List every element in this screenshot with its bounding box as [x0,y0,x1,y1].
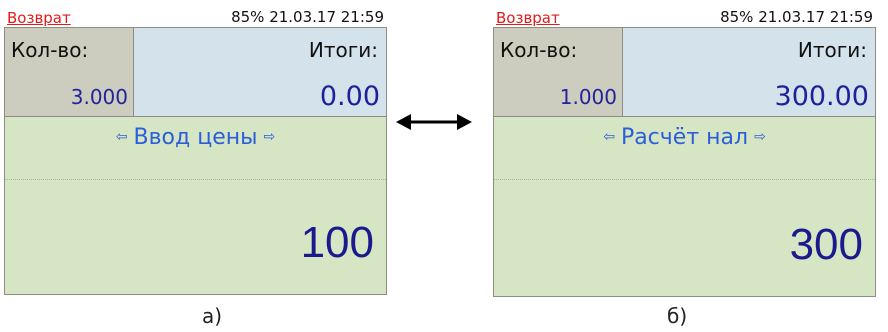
arrow-left-icon[interactable]: ⇦ [116,129,128,145]
mode-label: Расчёт нал [620,125,749,150]
input-value: 100 [300,218,374,267]
totals-label: Итоги: [797,38,867,62]
caption-b: б) [667,304,688,328]
battery-datetime: 85% 21.03.17 21:59 [231,8,384,26]
input-value: 300 [789,220,863,269]
screen-b: Возврат 85% 21.03.17 21:59 Кол-во: 1.000… [493,5,876,297]
divider [494,179,875,180]
return-mode-label: Возврат [7,9,71,27]
arrow-left-icon[interactable]: ⇦ [603,129,615,145]
caption-a: а) [202,304,223,328]
quantity-label: Кол-во: [11,38,89,62]
quantity-value: 1.000 [559,85,617,109]
quantity-value: 3.000 [70,85,128,109]
mode-selector[interactable]: ⇦ Ввод цены ⇨ [5,125,386,150]
status-bar: Возврат 85% 21.03.17 21:59 [493,5,876,27]
mode-label: Ввод цены [133,125,258,150]
quantity-panel: Кол-во: 3.000 [4,27,134,117]
battery-datetime: 85% 21.03.17 21:59 [720,8,873,26]
screen-a: Возврат 85% 21.03.17 21:59 Кол-во: 3.000… [4,5,387,295]
totals-value: 300.00 [774,81,869,112]
totals-panel: Итоги: 300.00 [623,27,876,117]
totals-value: 0.00 [319,81,380,112]
input-panel: ⇦ Расчёт нал ⇨ 300 [493,117,876,297]
totals-label: Итоги: [308,38,378,62]
input-panel: ⇦ Ввод цены ⇨ 100 [4,117,387,295]
divider [5,179,386,180]
quantity-panel: Кол-во: 1.000 [493,27,623,117]
return-mode-label: Возврат [496,9,560,27]
status-bar: Возврат 85% 21.03.17 21:59 [4,5,387,27]
arrow-right-icon[interactable]: ⇨ [264,129,276,145]
double-arrow-icon [396,114,472,130]
totals-panel: Итоги: 0.00 [134,27,387,117]
quantity-label: Кол-во: [500,38,578,62]
arrow-right-icon[interactable]: ⇨ [754,129,766,145]
mode-selector[interactable]: ⇦ Расчёт нал ⇨ [494,125,875,150]
